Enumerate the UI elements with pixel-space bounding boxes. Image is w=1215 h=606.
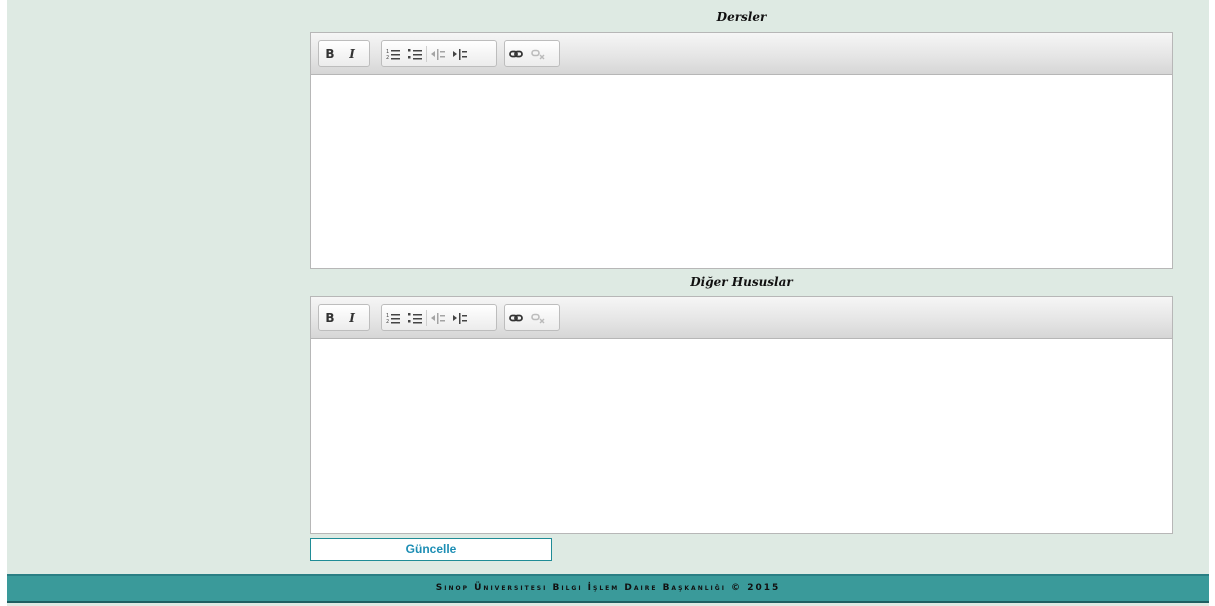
numbered-list-button[interactable]: 1 2 xyxy=(382,307,404,329)
bulleted-list-button[interactable] xyxy=(404,43,426,65)
indent-icon xyxy=(453,312,467,324)
bold-button[interactable]: B xyxy=(319,43,341,65)
bulleted-list-icon xyxy=(408,312,422,323)
format-group: B I xyxy=(318,304,370,331)
unlink-button[interactable] xyxy=(527,43,549,65)
svg-text:2: 2 xyxy=(386,55,389,60)
section-title-dersler: Dersler xyxy=(716,10,767,24)
bulleted-list-button[interactable] xyxy=(404,307,426,329)
italic-button[interactable]: I xyxy=(341,43,363,65)
link-icon xyxy=(509,50,523,57)
editor-diger-hususlar: B I 1 2 xyxy=(310,296,1173,534)
update-button[interactable]: Güncelle xyxy=(310,538,552,561)
unlink-icon xyxy=(531,313,545,323)
unlink-icon xyxy=(531,49,545,59)
editor-content-area[interactable] xyxy=(311,339,1172,533)
link-group xyxy=(504,304,560,331)
bold-button[interactable]: B xyxy=(319,307,341,329)
editor-toolbar: B I 1 2 xyxy=(311,297,1172,339)
list-group: 1 2 xyxy=(381,304,497,331)
outdent-icon xyxy=(431,48,445,60)
numbered-list-icon: 1 2 xyxy=(386,313,400,324)
italic-button[interactable]: I xyxy=(341,307,363,329)
unlink-button[interactable] xyxy=(527,307,549,329)
format-group: B I xyxy=(318,40,370,67)
indent-icon xyxy=(453,48,467,60)
list-group: 1 2 xyxy=(381,40,497,67)
numbered-list-icon: 1 2 xyxy=(386,49,400,60)
section-title-diger-hususlar: Diğer Hususlar xyxy=(690,275,793,289)
link-group xyxy=(504,40,560,67)
link-button[interactable] xyxy=(505,307,527,329)
numbered-list-button[interactable]: 1 2 xyxy=(382,43,404,65)
link-icon xyxy=(509,314,523,321)
bulleted-list-icon xyxy=(408,48,422,59)
indent-button[interactable] xyxy=(449,307,471,329)
link-button[interactable] xyxy=(505,43,527,65)
indent-button[interactable] xyxy=(449,43,471,65)
footer-copyright: Sinop Üniversitesi Bilgi İşlem Daire Baş… xyxy=(7,574,1209,603)
editor-dersler: B I 1 2 xyxy=(310,32,1173,269)
outdent-button[interactable] xyxy=(427,43,449,65)
editor-content-area[interactable] xyxy=(311,75,1172,268)
outdent-button[interactable] xyxy=(427,307,449,329)
outdent-icon xyxy=(431,312,445,324)
editor-toolbar: B I 1 2 xyxy=(311,33,1172,75)
svg-text:2: 2 xyxy=(386,319,389,324)
